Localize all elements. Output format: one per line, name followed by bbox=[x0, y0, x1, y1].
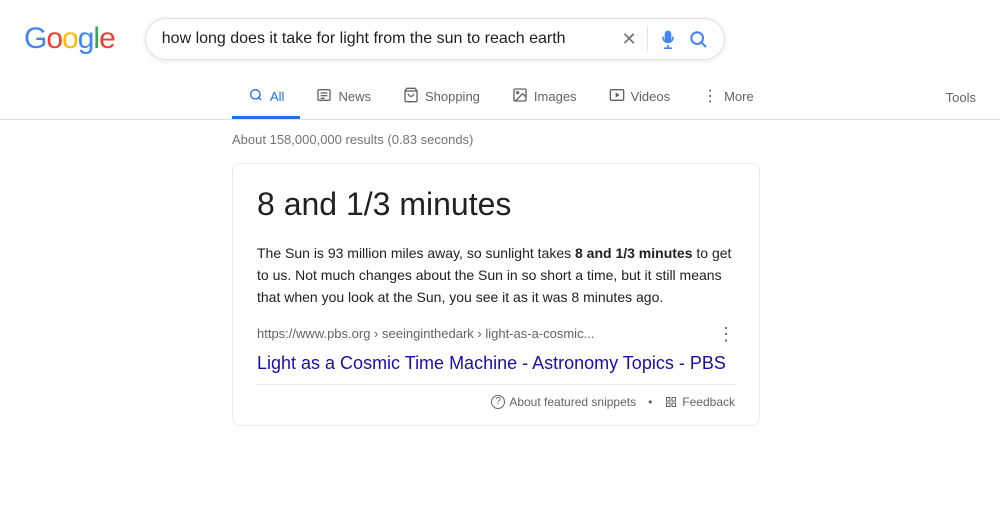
tab-all-label: All bbox=[270, 89, 284, 104]
tab-shopping[interactable]: Shopping bbox=[387, 77, 496, 119]
nav-tabs: All News Shopping bbox=[0, 68, 1000, 120]
news-icon bbox=[316, 87, 332, 106]
snippet-url: https://www.pbs.org › seeinginthedark › … bbox=[257, 326, 594, 341]
snippet-options-icon[interactable]: ⋮ bbox=[717, 325, 735, 343]
about-snippets-label: About featured snippets bbox=[509, 395, 636, 409]
question-icon: ? bbox=[491, 395, 505, 409]
feedback-button[interactable]: Feedback bbox=[664, 395, 735, 409]
images-icon bbox=[512, 87, 528, 106]
tab-images-label: Images bbox=[534, 89, 577, 104]
search-bar: how long does it take for light from the… bbox=[145, 18, 725, 60]
tab-news[interactable]: News bbox=[300, 77, 387, 119]
snippet-source: https://www.pbs.org › seeinginthedark › … bbox=[257, 325, 735, 343]
google-logo: G o o g l e bbox=[24, 22, 115, 56]
tab-videos-label: Videos bbox=[631, 89, 671, 104]
snippet-answer: 8 and 1/3 minutes bbox=[257, 184, 735, 226]
footer-dot: • bbox=[648, 395, 652, 409]
feedback-icon bbox=[664, 395, 678, 409]
logo-letter-o1: o bbox=[46, 22, 62, 56]
clear-icon[interactable]: ✕ bbox=[622, 30, 637, 48]
results-stats: About 158,000,000 results (0.83 seconds) bbox=[232, 120, 760, 163]
header: G o o g l e how long does it take for li… bbox=[0, 0, 1000, 60]
logo-letter-g2: g bbox=[78, 22, 94, 56]
all-icon bbox=[248, 87, 264, 106]
logo-letter-o2: o bbox=[62, 22, 78, 56]
featured-snippet: 8 and 1/3 minutes The Sun is 93 million … bbox=[232, 163, 760, 426]
tab-videos[interactable]: Videos bbox=[593, 77, 687, 119]
tab-more[interactable]: ⋮ More bbox=[686, 76, 770, 119]
tab-news-label: News bbox=[338, 89, 371, 104]
snippet-link[interactable]: Light as a Cosmic Time Machine - Astrono… bbox=[257, 353, 726, 373]
tab-all[interactable]: All bbox=[232, 77, 300, 119]
feedback-label: Feedback bbox=[682, 395, 735, 409]
tab-shopping-label: Shopping bbox=[425, 89, 480, 104]
search-submit-icon[interactable] bbox=[688, 29, 708, 49]
snippet-footer: ? About featured snippets • Feedback bbox=[257, 384, 735, 409]
logo-letter-e: e bbox=[99, 22, 115, 56]
videos-icon bbox=[609, 87, 625, 106]
mic-icon[interactable] bbox=[658, 29, 678, 49]
logo-letter-g: G bbox=[24, 22, 46, 56]
search-input[interactable]: how long does it take for light from the… bbox=[162, 30, 612, 48]
snippet-description: The Sun is 93 million miles away, so sun… bbox=[257, 242, 735, 309]
tab-images[interactable]: Images bbox=[496, 77, 593, 119]
divider bbox=[647, 27, 648, 51]
tab-more-label: More bbox=[724, 89, 754, 104]
more-icon: ⋮ bbox=[702, 86, 718, 106]
shopping-icon bbox=[403, 87, 419, 106]
about-featured-snippets[interactable]: ? About featured snippets bbox=[491, 395, 636, 409]
main-content: About 158,000,000 results (0.83 seconds)… bbox=[0, 120, 760, 426]
tools-button[interactable]: Tools bbox=[922, 80, 1000, 115]
